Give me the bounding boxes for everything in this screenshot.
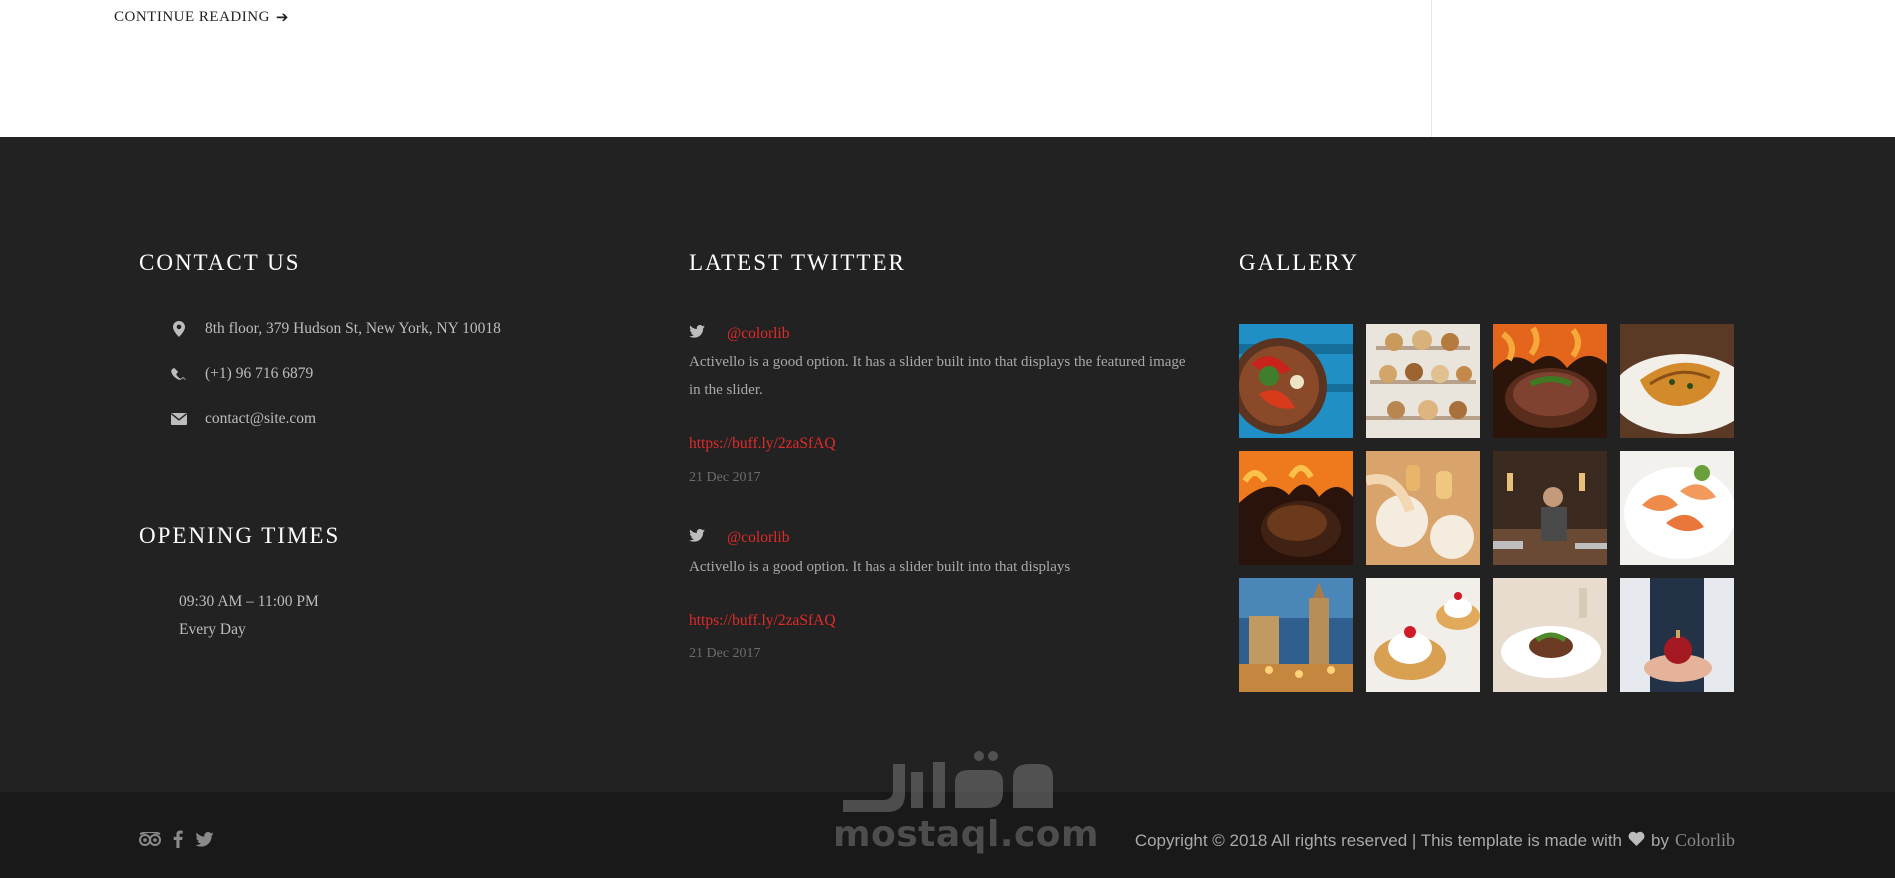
gallery-image-chili-peppers[interactable] bbox=[1239, 324, 1353, 438]
copyright: Copyright © 2018 All rights reserved | T… bbox=[1135, 830, 1735, 851]
twitter-bird-icon bbox=[689, 529, 705, 547]
heart-icon bbox=[1628, 831, 1645, 851]
sidebar-divider bbox=[1431, 0, 1432, 137]
copyright-text: Copyright © 2018 All rights reserved | T… bbox=[1134, 830, 1623, 850]
contact-address: 8th floor, 379 Hudson St, New York, NY 1… bbox=[173, 320, 501, 338]
twitter-bird-icon bbox=[689, 325, 705, 343]
facebook-icon[interactable] bbox=[173, 830, 183, 848]
tweet-2-text: Activello is a good option. It has a sli… bbox=[689, 559, 1071, 575]
tweet-1-date: 21 Dec 2017 bbox=[689, 470, 761, 485]
tweet-2-handle[interactable]: @colorlib bbox=[727, 529, 789, 547]
contact-phone-text: (+1) 96 716 6879 bbox=[205, 365, 314, 382]
tweet-1-header: @colorlib bbox=[689, 325, 789, 343]
social-links bbox=[139, 830, 214, 848]
contact-address-text: 8th floor, 379 Hudson St, New York, NY 1… bbox=[205, 320, 501, 337]
gallery-image-hands-ornament[interactable] bbox=[1620, 578, 1734, 692]
tweet-1-handle[interactable]: @colorlib bbox=[727, 325, 789, 343]
contact-phone: (+1) 96 716 6879 bbox=[171, 365, 314, 383]
tweet-2-header: @colorlib bbox=[689, 529, 789, 547]
gallery-grid bbox=[1239, 324, 1734, 692]
gallery-image-shrimp-plate[interactable] bbox=[1620, 451, 1734, 565]
tweet-2-date: 21 Dec 2017 bbox=[689, 646, 761, 661]
gallery-image-plated-meal[interactable] bbox=[1493, 578, 1607, 692]
tweet-1-link[interactable]: https://buff.ly/2zaSfAQ bbox=[689, 435, 836, 453]
gallery-image-kitchen-chef[interactable] bbox=[1493, 451, 1607, 565]
map-marker-icon bbox=[171, 321, 187, 337]
gallery-image-grilled-steak[interactable] bbox=[1493, 324, 1607, 438]
gallery-image-fish-fillet[interactable] bbox=[1620, 324, 1734, 438]
arrow-right-icon: ➔ bbox=[275, 8, 289, 26]
continue-reading-label: CONTINUE READING bbox=[114, 8, 270, 25]
twitter-icon[interactable] bbox=[195, 831, 214, 847]
opening-times-title: OPENING TIMES bbox=[139, 523, 341, 548]
gallery-image-roast-fire[interactable] bbox=[1239, 451, 1353, 565]
post-area: CONTINUE READING ➔ bbox=[0, 0, 1895, 137]
phone-icon bbox=[171, 366, 187, 382]
opening-hours-days: Every Day bbox=[179, 621, 246, 638]
gallery-image-dinner-table[interactable] bbox=[1366, 451, 1480, 565]
opening-hours-time: 09:30 AM – 11:00 PM bbox=[179, 593, 319, 610]
tweet-2-link[interactable]: https://buff.ly/2zaSfAQ bbox=[689, 612, 836, 630]
contact-email-text: contact@site.com bbox=[205, 410, 317, 427]
contact-email: contact@site.com bbox=[171, 410, 317, 428]
copyright-by: by bbox=[1651, 830, 1669, 850]
tripadvisor-icon[interactable] bbox=[139, 832, 161, 846]
envelope-icon bbox=[171, 411, 187, 427]
continue-reading-link[interactable]: CONTINUE READING ➔ bbox=[114, 8, 289, 26]
tweet-1-text: Activello is a good option. It has a sli… bbox=[689, 354, 1186, 398]
gallery-title: GALLERY bbox=[1239, 250, 1360, 275]
twitter-title: LATEST TWITTER bbox=[689, 250, 906, 275]
gallery-image-cherry-dessert[interactable] bbox=[1366, 578, 1480, 692]
opening-hours: 09:30 AM – 11:00 PM Every Day bbox=[179, 588, 319, 644]
gallery-image-pastry-tiers[interactable] bbox=[1366, 324, 1480, 438]
colorlib-link[interactable]: Colorlib bbox=[1675, 830, 1735, 851]
gallery-image-city-street[interactable] bbox=[1239, 578, 1353, 692]
contact-title: CONTACT US bbox=[139, 250, 301, 275]
